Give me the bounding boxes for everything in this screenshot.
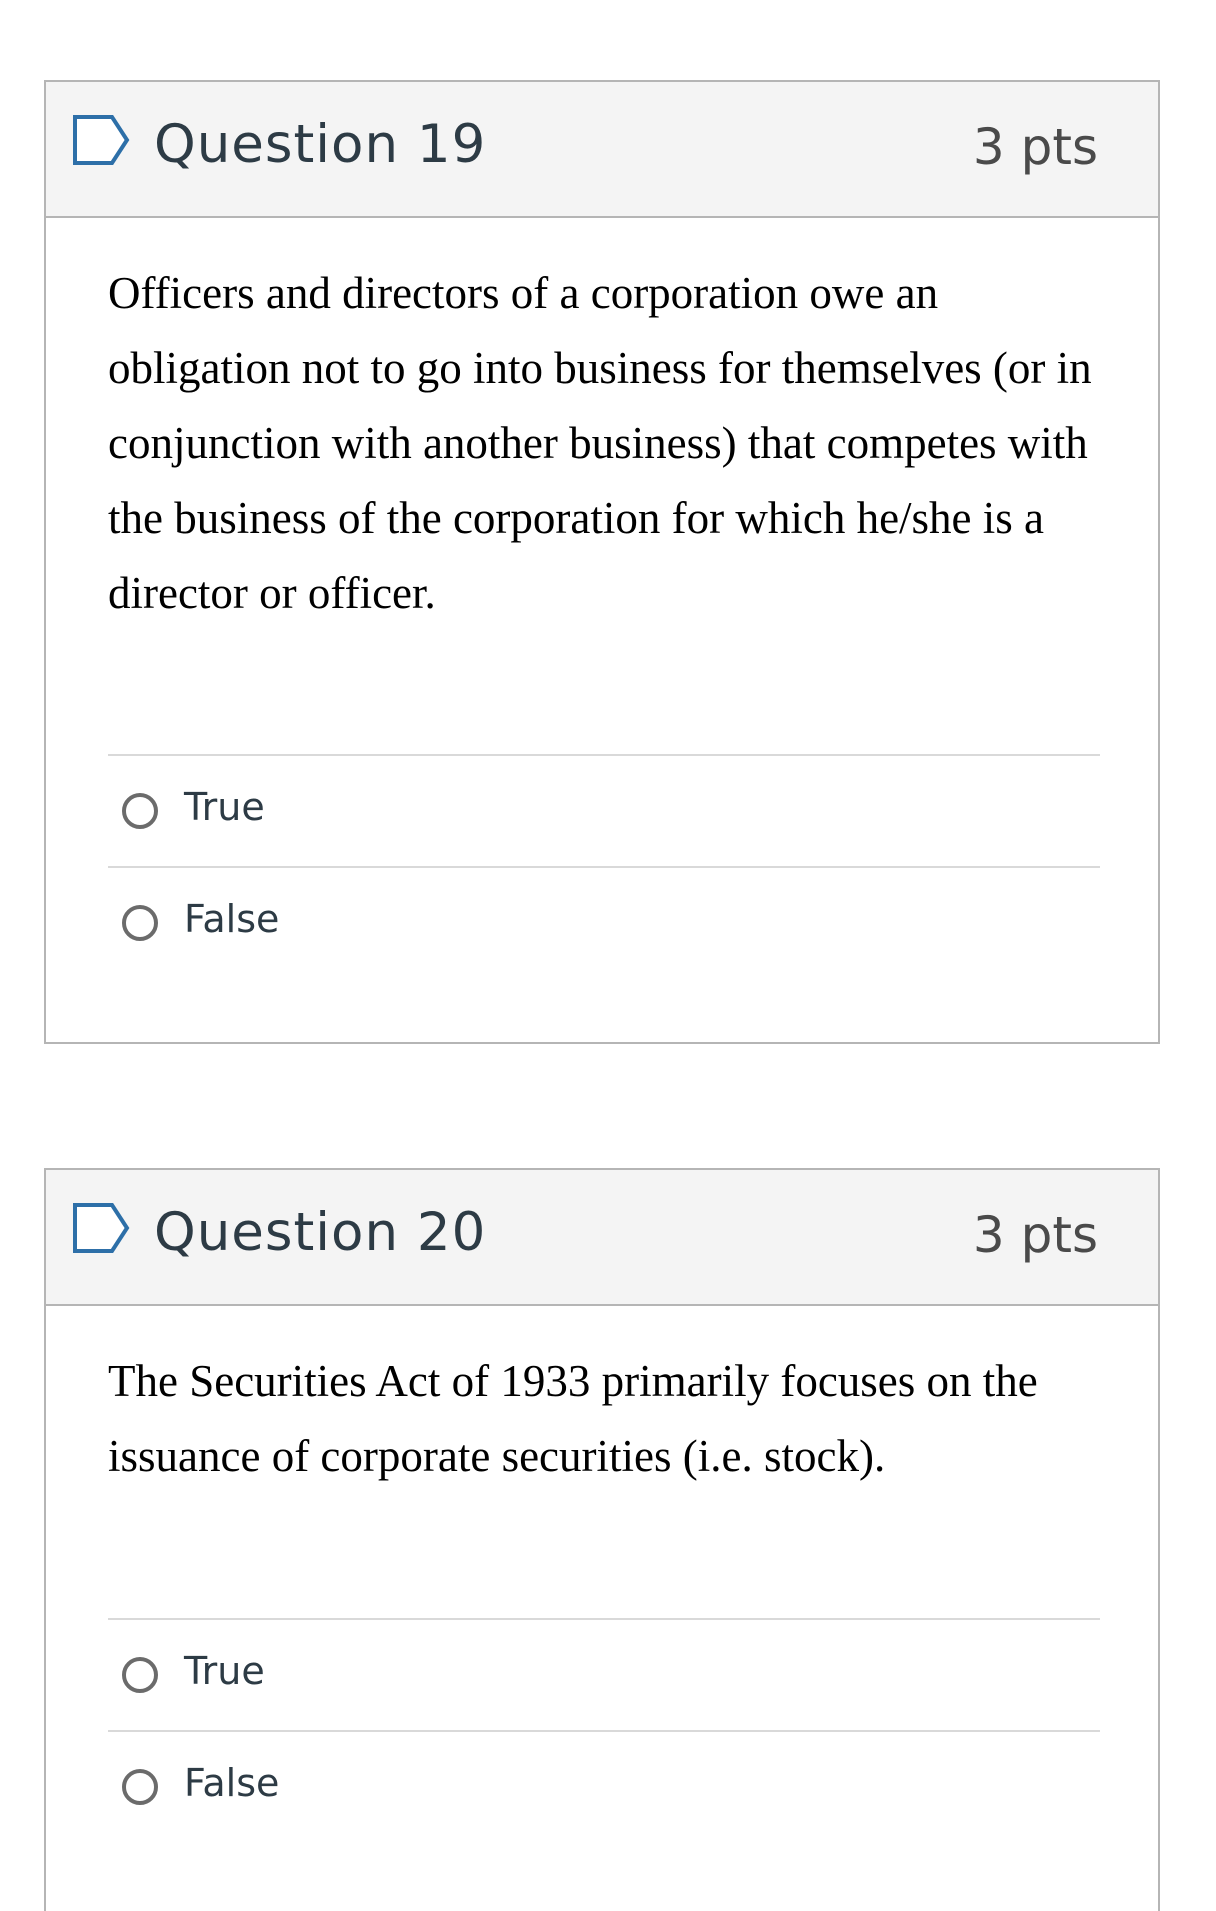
question-19-card: Question 19 3 pts Officers and directors… <box>44 80 1160 1044</box>
flag-question-icon[interactable] <box>72 114 130 166</box>
answer-label[interactable]: False <box>184 1758 279 1808</box>
radio-unchecked-icon[interactable] <box>122 905 158 941</box>
question-points: 3 pts <box>972 118 1098 176</box>
question-text: The Securities Act of 1933 primarily foc… <box>108 1356 1038 1481</box>
question-points: 3 pts <box>972 1206 1098 1264</box>
radio-unchecked-icon[interactable] <box>122 793 158 829</box>
answer-label[interactable]: False <box>184 894 279 944</box>
question-title: Question 20 <box>154 1202 487 1263</box>
answer-option-false[interactable]: False <box>108 1730 1100 1842</box>
flag-question-icon[interactable] <box>72 1202 130 1254</box>
question-20-card: Question 20 3 pts The Securities Act of … <box>44 1168 1160 1911</box>
answer-option-false[interactable]: False <box>108 866 1100 978</box>
answer-label[interactable]: True <box>184 1646 265 1696</box>
radio-unchecked-icon[interactable] <box>122 1657 158 1693</box>
answer-option-true[interactable]: True <box>108 754 1100 866</box>
question-header: Question 19 3 pts <box>46 82 1158 218</box>
question-header: Question 20 3 pts <box>46 1170 1158 1306</box>
answer-list: True False <box>108 754 1100 978</box>
answer-label[interactable]: True <box>184 782 265 832</box>
answer-list: True False <box>108 1618 1100 1842</box>
question-text: Officers and directors of a corporation … <box>108 268 1092 618</box>
answer-option-true[interactable]: True <box>108 1618 1100 1730</box>
question-title: Question 19 <box>154 114 487 175</box>
radio-unchecked-icon[interactable] <box>122 1769 158 1805</box>
